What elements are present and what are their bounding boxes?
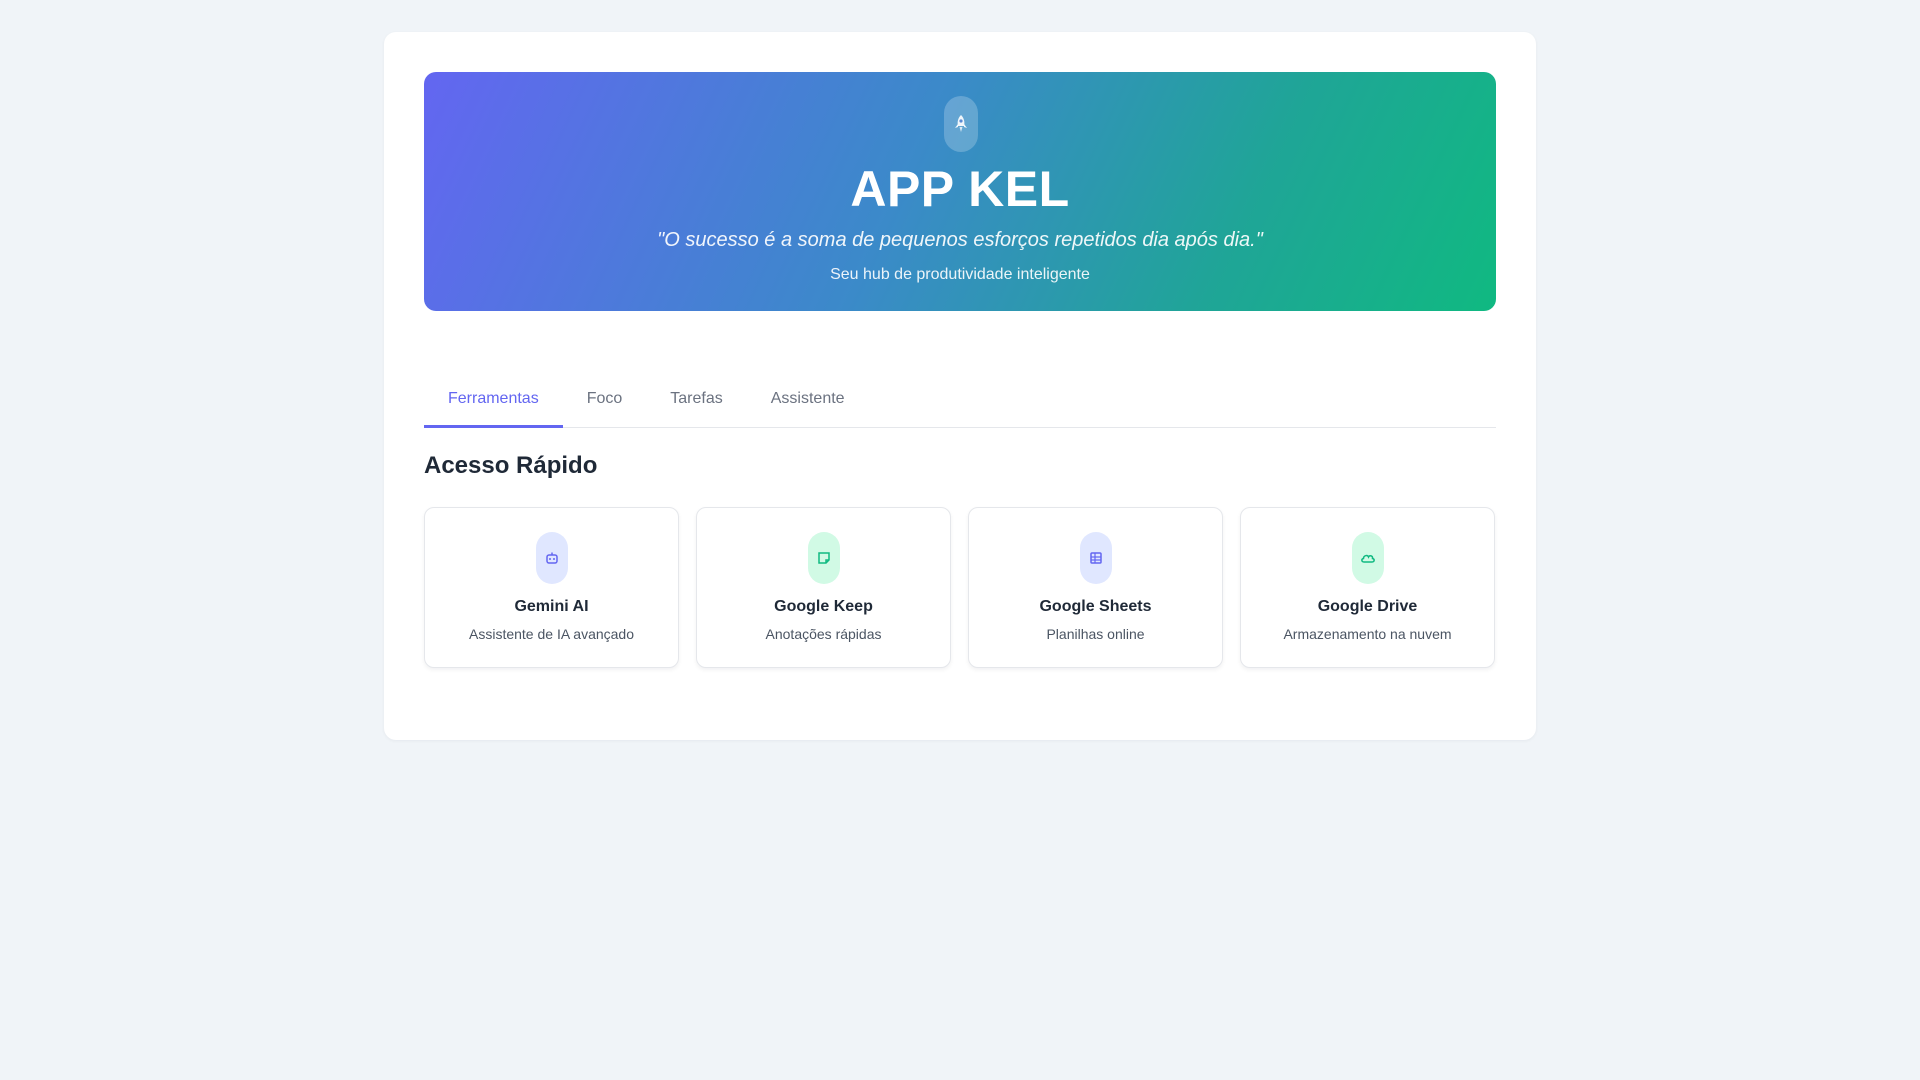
motivational-quote: "O sucesso é a soma de pequenos esforços… <box>657 229 1263 251</box>
tab-bar: Ferramentas Foco Tarefas Assistente <box>424 371 1496 428</box>
tool-name: Google Drive <box>1317 598 1418 615</box>
app-title: APP KEL <box>850 161 1070 217</box>
main-card: APP KEL "O sucesso é a soma de pequenos … <box>384 32 1536 740</box>
tool-description: Anotações rápidas <box>765 626 882 642</box>
rocket-icon <box>944 96 978 152</box>
tab-foco[interactable]: Foco <box>563 371 647 426</box>
tab-ferramentas[interactable]: Ferramentas <box>424 371 563 428</box>
tool-card-gemini-ai[interactable]: Gemini AI Assistente de IA avançado <box>424 507 679 668</box>
tab-tarefas[interactable]: Tarefas <box>646 371 746 426</box>
hero-banner: APP KEL "O sucesso é a soma de pequenos … <box>424 72 1496 311</box>
tool-card-google-sheets[interactable]: Google Sheets Planilhas online <box>968 507 1223 668</box>
tool-card-google-drive[interactable]: Google Drive Armazenamento na nuvem <box>1240 507 1495 668</box>
tool-name: Gemini AI <box>514 598 589 615</box>
table-icon <box>1080 532 1112 584</box>
tool-description: Armazenamento na nuvem <box>1283 626 1452 642</box>
app-subtitle: Seu hub de produtividade inteligente <box>830 266 1090 283</box>
tool-name: Google Sheets <box>1039 598 1152 615</box>
tool-description: Planilhas online <box>1046 626 1145 642</box>
robot-icon <box>536 532 568 584</box>
cloud-icon <box>1352 532 1384 584</box>
tool-name: Google Keep <box>774 598 873 615</box>
sticky-note-icon <box>808 532 840 584</box>
tool-description: Assistente de IA avançado <box>469 626 634 642</box>
tool-card-google-keep[interactable]: Google Keep Anotações rápidas <box>696 507 951 668</box>
tab-assistente[interactable]: Assistente <box>747 371 869 426</box>
section-title: Acesso Rápido <box>424 452 598 479</box>
quick-access-grid: Gemini AI Assistente de IA avançado Goog… <box>424 507 1496 668</box>
